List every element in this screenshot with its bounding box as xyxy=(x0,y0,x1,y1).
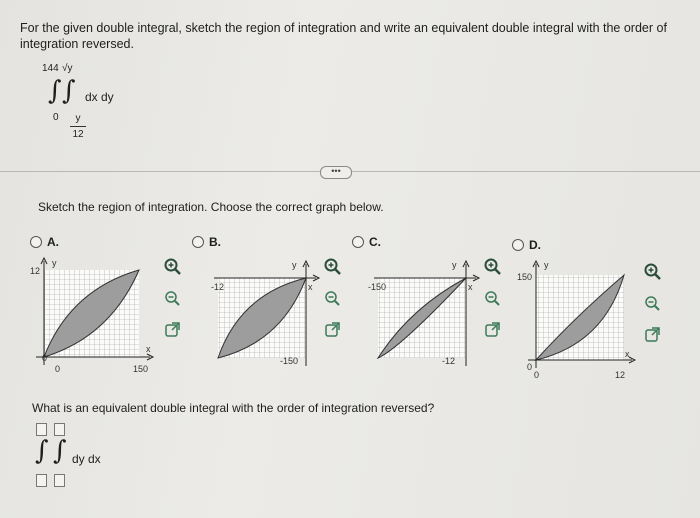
graph-option-a xyxy=(36,256,155,365)
option-a-label: A. xyxy=(47,235,59,249)
outer-integral-sign: ∫ xyxy=(35,436,49,466)
outer-lower-limit-input[interactable] xyxy=(36,474,47,487)
outer-upper-limit-input[interactable] xyxy=(36,423,47,436)
option-a-x-label: x xyxy=(146,344,151,354)
option-b-y-label: y xyxy=(292,260,297,270)
zoom-out-icon[interactable] xyxy=(163,289,183,309)
option-c-x-label: x xyxy=(468,282,473,292)
option-b-radio[interactable] xyxy=(192,236,204,248)
open-new-window-icon[interactable] xyxy=(483,320,503,340)
option-b-x-tick: -12 xyxy=(211,282,225,292)
graph-option-c xyxy=(374,259,481,366)
zoom-in-icon[interactable] xyxy=(163,257,183,277)
option-a-zero-x: 0 xyxy=(55,364,61,374)
option-d-label: D. xyxy=(529,238,541,252)
option-d-x-tick: 12 xyxy=(615,370,626,380)
open-new-window-icon[interactable] xyxy=(643,325,663,345)
option-a-y-tick: 12 xyxy=(30,266,41,276)
option-a-radio[interactable] xyxy=(30,236,42,248)
option-c-label: C. xyxy=(369,235,381,249)
zoom-out-icon[interactable] xyxy=(643,294,663,314)
option-c-x-tick: -150 xyxy=(368,282,387,292)
option-a-x-tick: 150 xyxy=(133,364,149,374)
option-a-y-label: y xyxy=(52,258,57,268)
option-b[interactable]: B. xyxy=(192,235,221,249)
option-a[interactable]: A. xyxy=(30,235,59,249)
zoom-in-icon[interactable] xyxy=(323,257,343,277)
option-b-label: B. xyxy=(209,235,221,249)
outer-lower-limit: 0 xyxy=(53,112,59,123)
graph-option-b xyxy=(214,259,321,366)
option-d-zero-y: 0 xyxy=(527,362,533,372)
reverse-order-prompt: What is an equivalent double integral wi… xyxy=(32,401,435,415)
option-d-radio[interactable] xyxy=(512,239,524,251)
expand-more-button[interactable]: ••• xyxy=(320,166,352,179)
outer-integral-sign: ∫ xyxy=(48,76,62,106)
inner-lower-limit: y 12 xyxy=(70,113,86,140)
outer-upper-limit: 144 xyxy=(42,63,59,74)
inner-lower-limit-input[interactable] xyxy=(54,474,65,487)
option-c[interactable]: C. xyxy=(352,235,381,249)
sketch-instruction: Sketch the region of integration. Choose… xyxy=(38,200,384,214)
integrand: dx dy xyxy=(85,90,114,104)
option-d-y-tick: 150 xyxy=(517,272,533,282)
inner-upper-limit: √y xyxy=(62,63,73,74)
option-b-y-tick: -150 xyxy=(280,356,299,366)
option-b-x-label: x xyxy=(308,282,313,292)
graph-option-d xyxy=(528,259,637,368)
option-d-y-label: y xyxy=(544,260,549,270)
option-a-zero-y: 0 xyxy=(42,353,48,363)
zoom-in-icon[interactable] xyxy=(483,257,503,277)
inner-upper-limit-input[interactable] xyxy=(54,423,65,436)
inner-integral-sign: ∫ xyxy=(62,76,76,106)
zoom-in-icon[interactable] xyxy=(643,262,663,282)
zoom-out-icon[interactable] xyxy=(323,289,343,309)
open-new-window-icon[interactable] xyxy=(163,320,183,340)
option-d-zero-x: 0 xyxy=(534,370,540,380)
question-page: For the given double integral, sketch th… xyxy=(0,0,700,518)
open-new-window-icon[interactable] xyxy=(323,320,343,340)
question-text: For the given double integral, sketch th… xyxy=(20,21,667,51)
option-c-y-tick: -12 xyxy=(442,356,456,366)
answer-integrand: dy dx xyxy=(72,452,101,466)
option-d-x-label: x xyxy=(625,349,630,359)
inner-integral-sign: ∫ xyxy=(53,436,67,466)
option-c-radio[interactable] xyxy=(352,236,364,248)
option-d[interactable]: D. xyxy=(512,238,541,252)
option-c-y-label: y xyxy=(452,260,457,270)
zoom-out-icon[interactable] xyxy=(483,289,503,309)
